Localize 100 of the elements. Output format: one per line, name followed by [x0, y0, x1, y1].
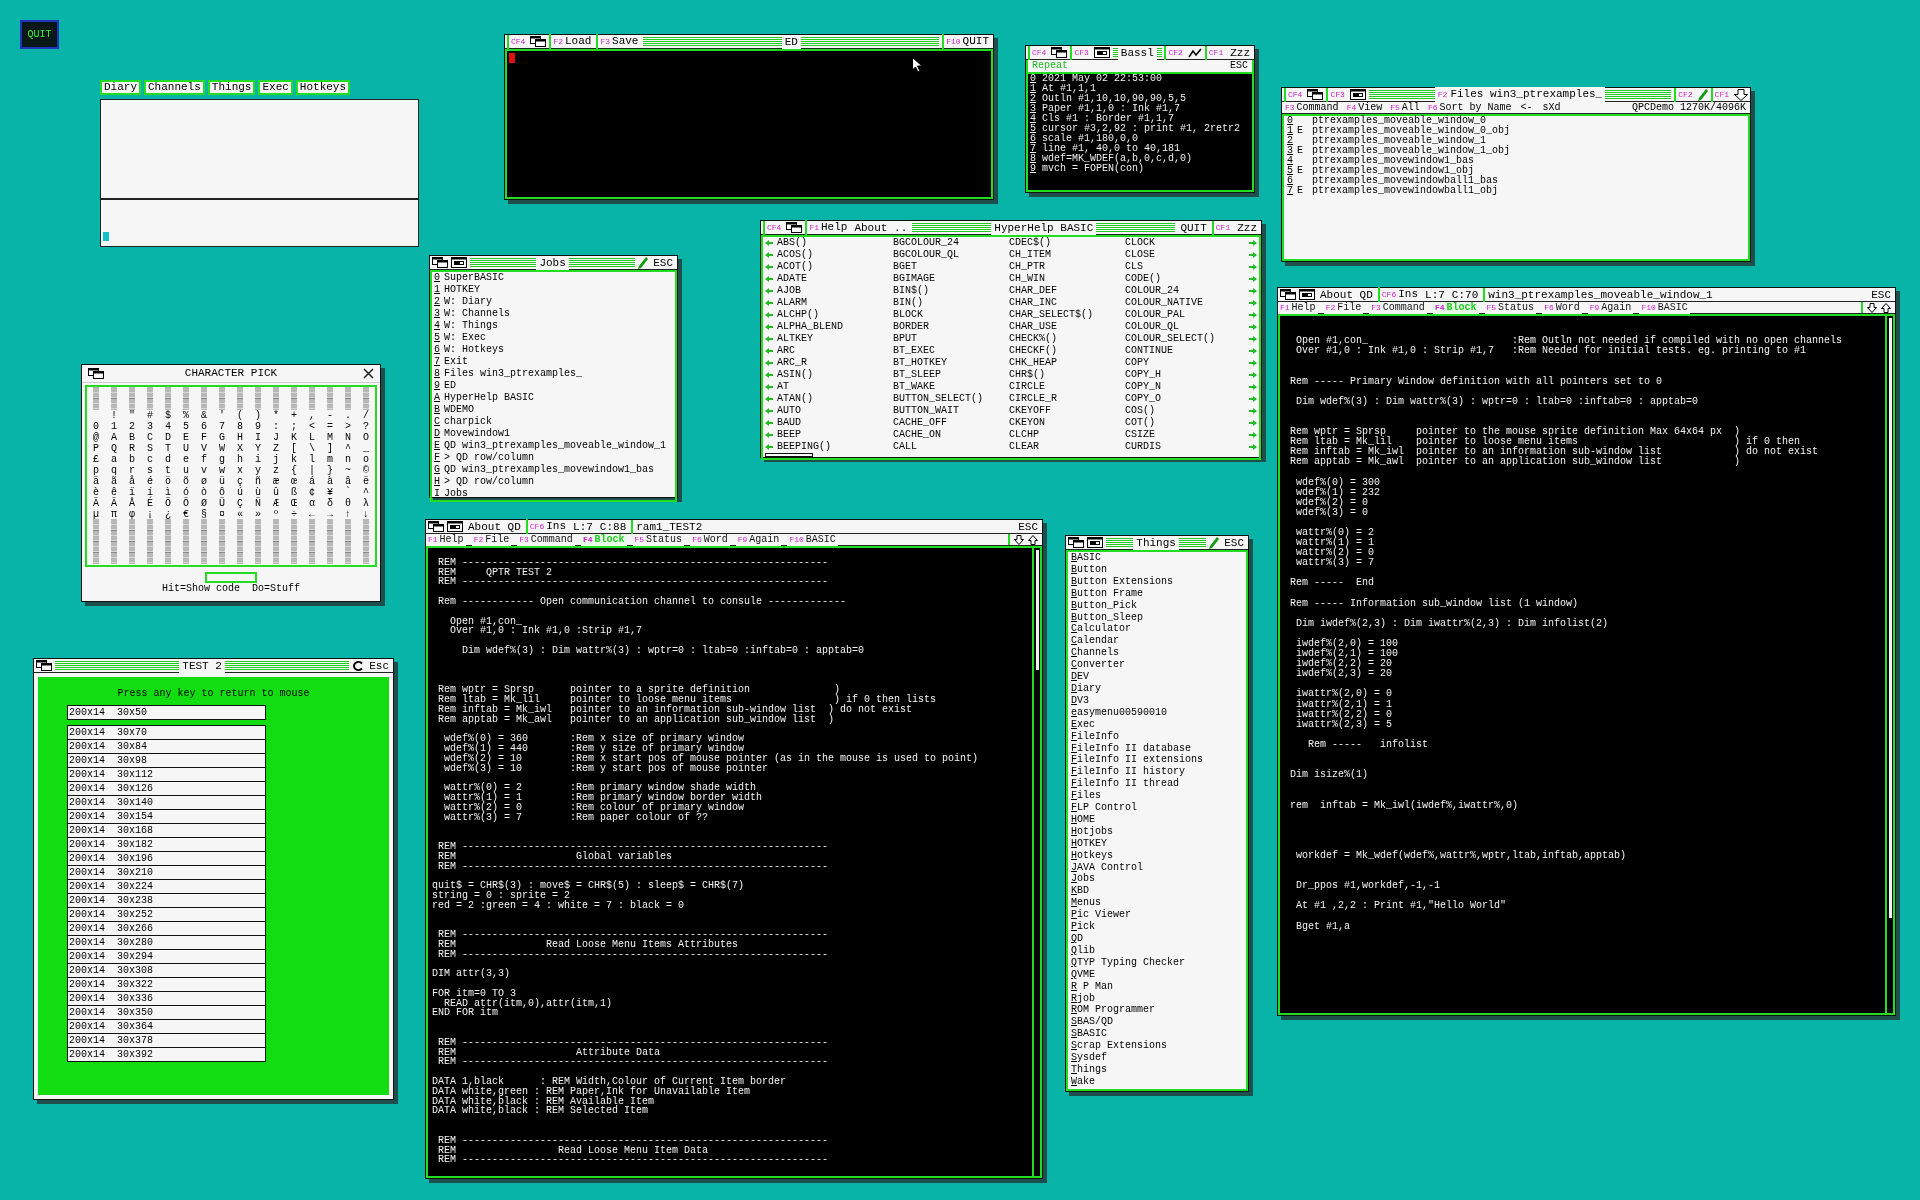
list-item[interactable]: 200x14 30x238 — [68, 894, 265, 908]
window-stack-icon[interactable] — [428, 521, 444, 532]
list-item[interactable]: 200x14 30x350 — [68, 1006, 265, 1020]
thing-item[interactable]: Menus — [1071, 897, 1243, 910]
tab-button[interactable]: Exec — [258, 80, 293, 95]
thing-item[interactable]: Files — [1071, 790, 1243, 803]
menu-button[interactable]: L:7 — [571, 519, 595, 534]
thing-item[interactable]: FileInfo II history — [1071, 766, 1243, 779]
keyword-item[interactable]: CKEYOFF — [1009, 405, 1125, 417]
history-line[interactable]: 8 wdef=MK_WDEF(a,b,0,c,d,0) — [1030, 154, 1250, 164]
character-row[interactable]: £ a b c d e f g h i j k l m n o — [93, 454, 373, 465]
function-key-button[interactable]: CF4 — [1284, 87, 1305, 102]
job-item[interactable]: 1 HOTKEY — [434, 284, 481, 296]
character-row[interactable]: ! " # $ % & ' ( ) * + , - . / — [93, 410, 373, 421]
thing-item[interactable]: DEV — [1071, 671, 1243, 683]
keyword-item[interactable]: COS() — [1125, 405, 1241, 417]
character-row[interactable]: ▒ ▒ ▒ ▒ ▒ ▒ ▒ ▒ ▒ ▒ ▒ ▒ ▒ ▒ ▒ ▒ — [93, 553, 373, 564]
keyword-item[interactable]: ALPHA_BLEND — [777, 321, 893, 333]
keyword-item[interactable]: CLS — [1125, 261, 1241, 273]
keyword-item[interactable]: BIN$() — [893, 285, 1009, 297]
file-item[interactable]: 4 ptrexamples_movewindow1_bas — [1287, 156, 1745, 166]
keyword-item[interactable]: ALTKEY — [777, 333, 893, 345]
job-item[interactable]: 9 ED — [434, 380, 457, 392]
character-row[interactable]: ▒ ▒ ▒ ▒ ▒ ▒ ▒ ▒ ▒ ▒ ▒ ▒ ▒ ▒ ▒ ▒ — [93, 399, 373, 410]
menu-button[interactable]: About .. — [852, 220, 910, 235]
window-stack-icon[interactable] — [786, 222, 803, 233]
input-field[interactable] — [205, 572, 257, 583]
keyword-item[interactable]: BT_EXEC — [893, 345, 1009, 357]
history-line[interactable]: 0 2021 May 02 22:53:00 — [1030, 74, 1250, 84]
function-key-button[interactable]: CF4 — [763, 220, 784, 235]
keyword-item[interactable]: CHAR_INC — [1009, 297, 1125, 309]
job-item[interactable]: F > QD row/column — [434, 452, 535, 464]
list-item[interactable]: 200x14 30x126 — [68, 782, 265, 796]
thing-item[interactable]: Button_Sleep — [1071, 611, 1243, 624]
menu-button[interactable]: QUIT — [1178, 220, 1209, 235]
keyword-item[interactable]: CDEC$() — [1009, 237, 1125, 249]
thing-item[interactable]: Calculator — [1071, 623, 1243, 636]
list-item[interactable]: 200x14 30x140 — [68, 796, 265, 810]
menu-button[interactable]: Zzz — [1235, 220, 1259, 235]
keyword-item[interactable]: CONTINUE — [1125, 345, 1241, 357]
history-line[interactable]: 7 line #1, 40,0 to 40,181 — [1030, 144, 1250, 154]
thing-item[interactable]: Jobs — [1071, 873, 1243, 886]
down-arrow-icon[interactable] — [1734, 88, 1748, 101]
list-item[interactable]: 200x14 30x294 — [68, 950, 265, 964]
keyword-item[interactable]: ASIN() — [777, 369, 893, 381]
function-key-button[interactable]: CF3 — [1326, 87, 1347, 102]
list-item[interactable]: 200x14 30x112 — [68, 768, 265, 782]
history-line[interactable]: 5 cursor #3,2,92 : print #1, 2retr2 — [1030, 124, 1250, 134]
escape-button[interactable]: ESC — [1230, 60, 1248, 72]
keyword-item[interactable]: CH_PTR — [1009, 261, 1125, 273]
keyword-item[interactable]: COPY_O — [1125, 393, 1241, 405]
thing-item[interactable]: QD — [1071, 933, 1243, 945]
keyword-item[interactable]: CACHE_OFF — [893, 417, 1009, 429]
keyword-item[interactable]: BT_SLEEP — [893, 369, 1009, 381]
list-item[interactable]: 200x14 30x168 — [68, 824, 265, 838]
keyword-item[interactable]: ACOT() — [777, 261, 893, 273]
history-line[interactable]: 1 At #1,1,1 — [1030, 84, 1250, 94]
function-key-button[interactable]: CF1 — [1710, 87, 1731, 102]
thing-item[interactable]: Qlib — [1071, 944, 1243, 957]
job-item[interactable]: 8 Files win3_ptrexamples_ — [434, 368, 583, 380]
scrollbar[interactable] — [1885, 316, 1893, 1013]
thing-item[interactable]: Sysdef — [1071, 1052, 1243, 1064]
thing-item[interactable]: SBASIC — [1071, 1028, 1243, 1041]
list-item[interactable]: 200x14 30x280 — [68, 936, 265, 950]
menu-button[interactable]: Zzz — [1228, 45, 1252, 60]
thing-item[interactable]: Hotjobs — [1071, 825, 1243, 838]
window-icon[interactable] — [451, 257, 467, 268]
keyword-item[interactable]: COLOUR_SELECT() — [1125, 333, 1241, 345]
window-stack-icon[interactable] — [1280, 289, 1296, 300]
menu-button[interactable]: ESC — [1869, 287, 1893, 302]
keyword-item[interactable]: CURDIS — [1125, 441, 1241, 453]
keyword-item[interactable]: AT — [777, 381, 893, 393]
function-key-button[interactable]: CF1 — [1211, 220, 1233, 235]
thing-item[interactable]: Button Extensions — [1071, 575, 1243, 588]
pencil-icon[interactable] — [1209, 536, 1220, 549]
up-arrow-icon[interactable] — [1028, 534, 1038, 545]
keyword-item[interactable]: CSIZE — [1125, 429, 1241, 441]
history-line[interactable]: 6 scale #1,180,0,0 — [1030, 134, 1250, 144]
file-item[interactable]: 5 E ptrexamples_movewindow1_obj — [1287, 166, 1745, 176]
job-item[interactable]: I Jobs — [434, 488, 469, 500]
thing-item[interactable]: Pick — [1071, 921, 1243, 933]
menu-button[interactable]: C:70 — [1449, 287, 1481, 302]
pencil-icon[interactable] — [1697, 88, 1708, 101]
file-item[interactable]: 0 ptrexamples_moveable_window_0 — [1287, 116, 1745, 126]
menu-button[interactable]: F4 View — [1344, 101, 1385, 114]
keyword-item[interactable]: BGCOLOUR_QL — [893, 249, 1009, 261]
keyword-item[interactable]: BT_WAKE — [893, 381, 1009, 393]
keyword-item[interactable]: BAUD — [777, 417, 893, 429]
keyword-item[interactable]: CLOSE — [1125, 249, 1241, 261]
character-row[interactable]: ▒ ▒ ▒ ▒ ▒ ▒ ▒ ▒ ▒ ▒ ▒ ▒ ▒ ▒ ▒ ▒ — [93, 531, 373, 542]
window-icon[interactable] — [1349, 89, 1366, 100]
menu-button[interactable]: Esc — [367, 658, 391, 673]
keyword-item[interactable]: CH_WIN — [1009, 273, 1125, 285]
keyword-item[interactable]: ALARM — [777, 297, 893, 309]
thing-item[interactable]: Converter — [1071, 659, 1243, 672]
thing-item[interactable]: JAVA Control — [1071, 861, 1243, 874]
window-icon[interactable] — [1093, 47, 1110, 58]
list-item[interactable]: 200x14 30x98 — [68, 754, 265, 768]
keyword-item[interactable]: AJOB — [777, 285, 893, 297]
keyword-item[interactable]: COLOUR_24 — [1125, 285, 1241, 297]
